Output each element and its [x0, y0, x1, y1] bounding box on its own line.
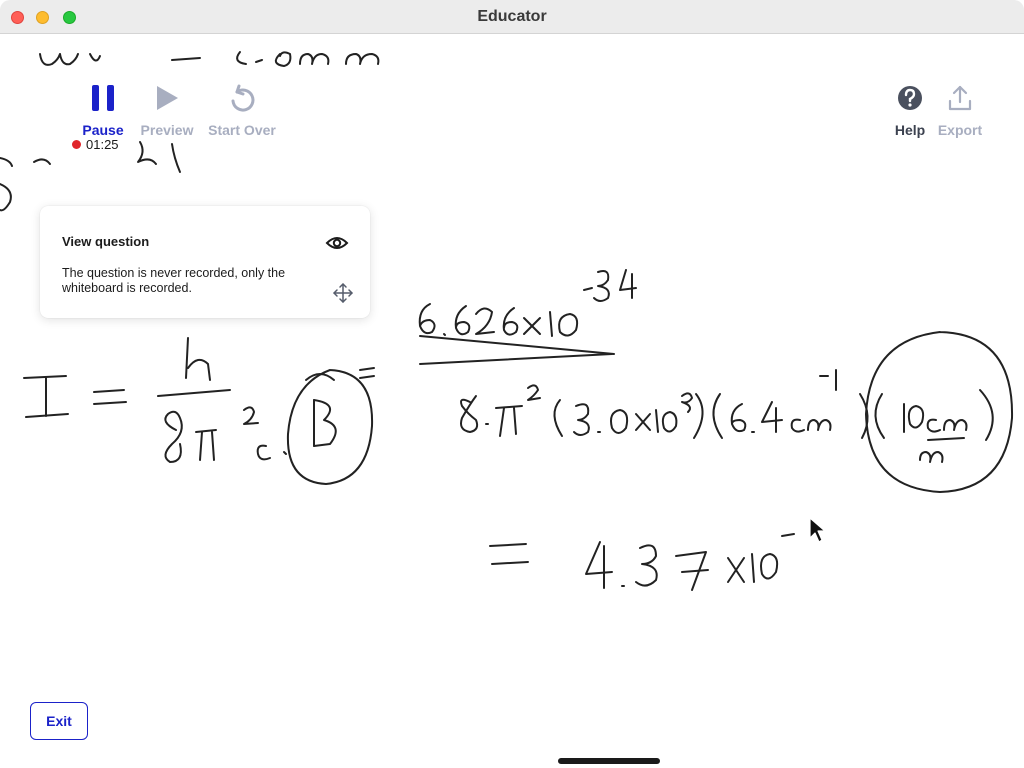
handwriting-top-partial	[39, 51, 380, 67]
start-over-label: Start Over	[208, 122, 276, 138]
view-question-title: View question	[62, 234, 150, 249]
exit-button[interactable]: Exit	[30, 702, 88, 740]
whiteboard-canvas[interactable]: View question The question is never reco…	[0, 34, 1024, 768]
pause-label: Pause	[82, 122, 124, 138]
eye-icon[interactable]	[325, 234, 349, 252]
timer-value: 01:25	[86, 137, 119, 152]
play-icon	[127, 84, 207, 120]
handwriting-numerator	[418, 269, 637, 355]
handwriting-denominator	[419, 331, 1014, 493]
home-indicator[interactable]	[558, 758, 660, 764]
recording-timer: 01:25	[72, 137, 119, 152]
preview-label: Preview	[140, 122, 194, 138]
record-indicator	[72, 140, 81, 149]
preview-button[interactable]: Preview	[127, 84, 207, 138]
handwriting-result	[489, 533, 795, 591]
pointer-cursor	[809, 517, 826, 543]
move-icon[interactable]	[332, 282, 354, 304]
export-label: Export	[937, 122, 983, 138]
export-icon	[920, 84, 1000, 120]
handwriting-fraction	[157, 337, 375, 485]
export-button[interactable]: Export	[920, 84, 1000, 138]
whiteboard-drawing[interactable]	[0, 34, 1024, 768]
restart-icon	[202, 84, 282, 120]
question-card[interactable]: View question The question is never reco…	[40, 206, 370, 318]
title-bar: Educator	[0, 0, 1024, 34]
start-over-button[interactable]: Start Over	[202, 84, 282, 138]
handwriting-lhs	[23, 375, 127, 418]
window-title: Educator	[477, 8, 547, 25]
question-card-description: The question is never recorded, only the…	[62, 266, 286, 295]
